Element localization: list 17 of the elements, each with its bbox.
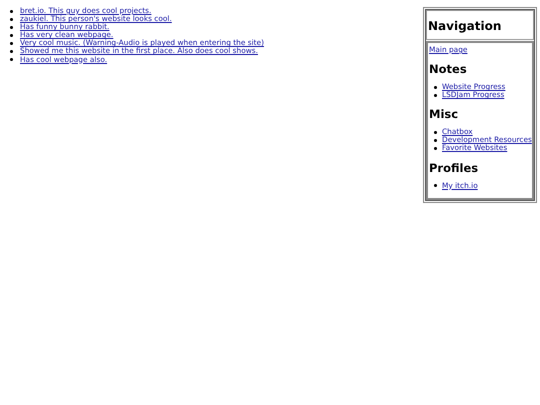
- bullet-icon: [434, 138, 437, 142]
- bullet-icon: [434, 184, 437, 188]
- navigation-title: Navigation: [428, 19, 502, 33]
- section-heading: Misc: [429, 108, 460, 122]
- bullet-icon: [10, 58, 13, 62]
- bullet-icon: [434, 86, 437, 89]
- bullet-icon: [10, 18, 13, 21]
- bullet-icon: [10, 42, 13, 45]
- section-heading: Profiles: [429, 162, 480, 175]
- bullet-icon: [434, 130, 437, 134]
- section-heading: Notes: [429, 63, 468, 76]
- bullet-icon: [10, 50, 13, 54]
- bullet-icon: [10, 34, 13, 37]
- bullet-icon: [434, 94, 437, 97]
- bullet-icon: [10, 26, 13, 29]
- bullet-icon: [434, 147, 437, 150]
- bullet-icon: [10, 10, 13, 13]
